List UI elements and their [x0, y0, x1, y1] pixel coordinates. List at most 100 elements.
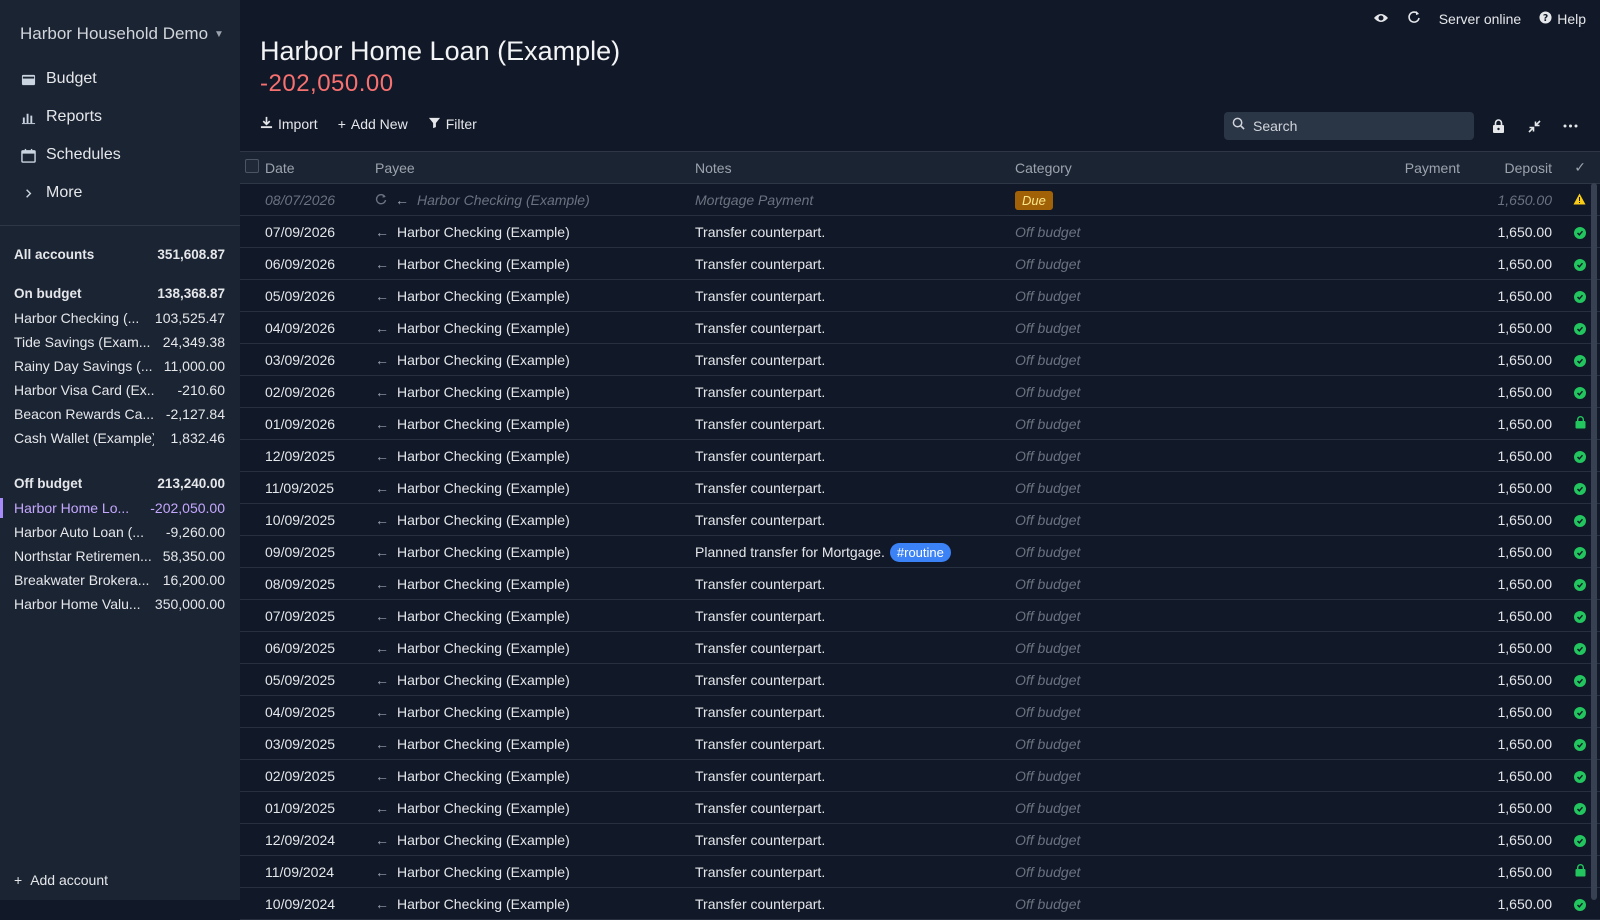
table-row[interactable]: 04/09/2026 ← Harbor Checking (Example) Tran…: [240, 312, 1600, 344]
transaction-date[interactable]: 07/09/2026: [265, 224, 335, 240]
transaction-category[interactable]: Off budget: [1015, 384, 1080, 400]
transaction-deposit[interactable]: 1,650.00: [1498, 288, 1553, 304]
table-row[interactable]: 03/09/2026 ← Harbor Checking (Example) Tran…: [240, 344, 1600, 376]
search-box[interactable]: [1224, 112, 1474, 140]
transaction-deposit[interactable]: 1,650.00: [1498, 704, 1553, 720]
sidebar-item-reports[interactable]: Reports: [0, 98, 240, 136]
cleared-status[interactable]: [1574, 480, 1586, 496]
transaction-notes[interactable]: Transfer counterpart.: [695, 352, 825, 368]
transaction-category[interactable]: Off budget: [1015, 480, 1080, 496]
transaction-date[interactable]: 05/09/2025: [265, 672, 335, 688]
cleared-status[interactable]: [1574, 608, 1586, 624]
transaction-payee[interactable]: ← Harbor Checking (Example): [375, 448, 570, 464]
transaction-date[interactable]: 06/09/2026: [265, 256, 335, 272]
account-row[interactable]: Harbor Home Lo... -202,050.00: [0, 496, 240, 520]
account-row[interactable]: Northstar Retiremen... 58,350.00: [0, 544, 240, 568]
table-row[interactable]: 10/09/2024 ← Harbor Checking (Example) Tran…: [240, 888, 1600, 920]
transaction-category[interactable]: Off budget: [1015, 608, 1080, 624]
transaction-date[interactable]: 07/09/2025: [265, 608, 335, 624]
transaction-date[interactable]: 08/09/2025: [265, 576, 335, 592]
transaction-notes[interactable]: Transfer counterpart.: [695, 736, 825, 752]
transaction-notes[interactable]: Planned transfer for Mortgage. #routine: [695, 543, 951, 562]
transaction-payee[interactable]: ← Harbor Checking (Example): [375, 896, 570, 912]
transaction-deposit[interactable]: 1,650.00: [1498, 416, 1553, 432]
account-row[interactable]: Harbor Auto Loan (... -9,260.00: [0, 520, 240, 544]
transaction-date[interactable]: 11/09/2024: [265, 864, 334, 880]
table-row[interactable]: 05/09/2026 ← Harbor Checking (Example) Tran…: [240, 280, 1600, 312]
transaction-category[interactable]: Off budget: [1015, 512, 1080, 528]
transaction-deposit[interactable]: 1,650.00: [1498, 672, 1553, 688]
cleared-status[interactable]: [1574, 224, 1586, 240]
account-row[interactable]: Cash Wallet (Example) 1,832.46: [0, 426, 240, 450]
table-row[interactable]: 12/09/2025 ← Harbor Checking (Example) Tran…: [240, 440, 1600, 472]
transaction-category[interactable]: Off budget: [1015, 800, 1080, 816]
table-row[interactable]: 01/09/2025 ← Harbor Checking (Example) Tran…: [240, 792, 1600, 824]
transaction-notes[interactable]: Mortgage Payment: [695, 192, 813, 208]
transaction-category[interactable]: Off budget: [1015, 320, 1080, 336]
transaction-notes[interactable]: Transfer counterpart.: [695, 416, 825, 432]
transaction-date[interactable]: 10/09/2025: [265, 512, 335, 528]
table-row[interactable]: 07/09/2025 ← Harbor Checking (Example) Tran…: [240, 600, 1600, 632]
transaction-category[interactable]: Off budget: [1015, 256, 1080, 272]
transaction-category[interactable]: Off budget: [1015, 224, 1080, 240]
transaction-payee[interactable]: ← Harbor Checking (Example): [375, 864, 570, 880]
transaction-category[interactable]: Off budget: [1015, 672, 1080, 688]
transaction-deposit[interactable]: 1,650.00: [1498, 832, 1553, 848]
account-row-off-budget[interactable]: Off budget 213,240.00: [0, 470, 240, 496]
transaction-deposit[interactable]: 1,650.00: [1498, 544, 1553, 560]
cleared-status[interactable]: [1574, 800, 1586, 816]
transaction-date[interactable]: 03/09/2025: [265, 736, 335, 752]
transaction-payee[interactable]: ← Harbor Checking (Example): [375, 512, 570, 528]
transaction-notes[interactable]: Transfer counterpart.: [695, 896, 825, 912]
transaction-deposit[interactable]: 1,650.00: [1498, 896, 1553, 912]
transaction-deposit[interactable]: 1,650.00: [1498, 192, 1553, 208]
help-button[interactable]: ? Help: [1539, 11, 1586, 27]
transaction-notes[interactable]: Transfer counterpart.: [695, 256, 825, 272]
transaction-payee[interactable]: ← Harbor Checking (Example): [375, 832, 570, 848]
transaction-notes[interactable]: Transfer counterpart.: [695, 832, 825, 848]
table-row[interactable]: 05/09/2025 ← Harbor Checking (Example) Tran…: [240, 664, 1600, 696]
filter-button[interactable]: Filter: [428, 116, 477, 132]
table-row[interactable]: 03/09/2025 ← Harbor Checking (Example) Tran…: [240, 728, 1600, 760]
sidebar-item-more[interactable]: More: [0, 174, 240, 212]
transaction-category[interactable]: Off budget: [1015, 544, 1080, 560]
cleared-status[interactable]: [1574, 576, 1586, 592]
transaction-deposit[interactable]: 1,650.00: [1498, 480, 1553, 496]
transaction-notes[interactable]: Transfer counterpart.: [695, 288, 825, 304]
select-all-checkbox[interactable]: [245, 159, 259, 176]
account-row[interactable]: Tide Savings (Exam... 24,349.38: [0, 330, 240, 354]
privacy-toggle-button[interactable]: [1373, 11, 1389, 27]
transaction-deposit[interactable]: 1,650.00: [1498, 320, 1553, 336]
table-row[interactable]: 08/07/2026 ← Harbor Checking (Example) Mort…: [240, 184, 1600, 216]
table-row[interactable]: 06/09/2025 ← Harbor Checking (Example) Tran…: [240, 632, 1600, 664]
account-row[interactable]: Beacon Rewards Ca... -2,127.84: [0, 402, 240, 426]
column-header-payment[interactable]: Payment: [1405, 160, 1460, 176]
page-title[interactable]: Harbor Home Loan (Example): [260, 36, 620, 67]
table-row[interactable]: 01/09/2026 ← Harbor Checking (Example) Tran…: [240, 408, 1600, 440]
cleared-status[interactable]: [1574, 832, 1586, 848]
account-row[interactable]: Rainy Day Savings (... 11,000.00: [0, 354, 240, 378]
add-new-button[interactable]: + Add New: [338, 116, 408, 132]
cleared-status[interactable]: [1574, 352, 1586, 368]
column-header-cleared[interactable]: ✓: [1574, 159, 1586, 176]
transaction-date[interactable]: 01/09/2026: [265, 416, 335, 432]
transaction-notes[interactable]: Transfer counterpart.: [695, 224, 825, 240]
transaction-date[interactable]: 12/09/2024: [265, 832, 335, 848]
transaction-notes[interactable]: Transfer counterpart.: [695, 704, 825, 720]
sidebar-item-budget[interactable]: Budget: [0, 60, 240, 98]
transaction-payee[interactable]: ← Harbor Checking (Example): [375, 768, 570, 784]
transaction-deposit[interactable]: 1,650.00: [1498, 256, 1553, 272]
transaction-payee[interactable]: ← Harbor Checking (Example): [375, 320, 570, 336]
table-row[interactable]: 09/09/2025 ← Harbor Checking (Example) Plan…: [240, 536, 1600, 568]
transaction-deposit[interactable]: 1,650.00: [1498, 576, 1553, 592]
column-header-notes[interactable]: Notes: [695, 160, 732, 176]
transaction-deposit[interactable]: 1,650.00: [1498, 512, 1553, 528]
transaction-payee[interactable]: ← Harbor Checking (Example): [375, 384, 570, 400]
transaction-category[interactable]: Off budget: [1015, 832, 1080, 848]
account-row[interactable]: Harbor Checking (... 103,525.47: [0, 306, 240, 330]
cleared-status[interactable]: [1574, 544, 1586, 560]
transaction-category[interactable]: Off budget: [1015, 640, 1080, 656]
transaction-payee[interactable]: ← Harbor Checking (Example): [375, 256, 570, 272]
table-scrollbar[interactable]: [1591, 183, 1597, 900]
transaction-payee[interactable]: ← Harbor Checking (Example): [375, 544, 570, 560]
